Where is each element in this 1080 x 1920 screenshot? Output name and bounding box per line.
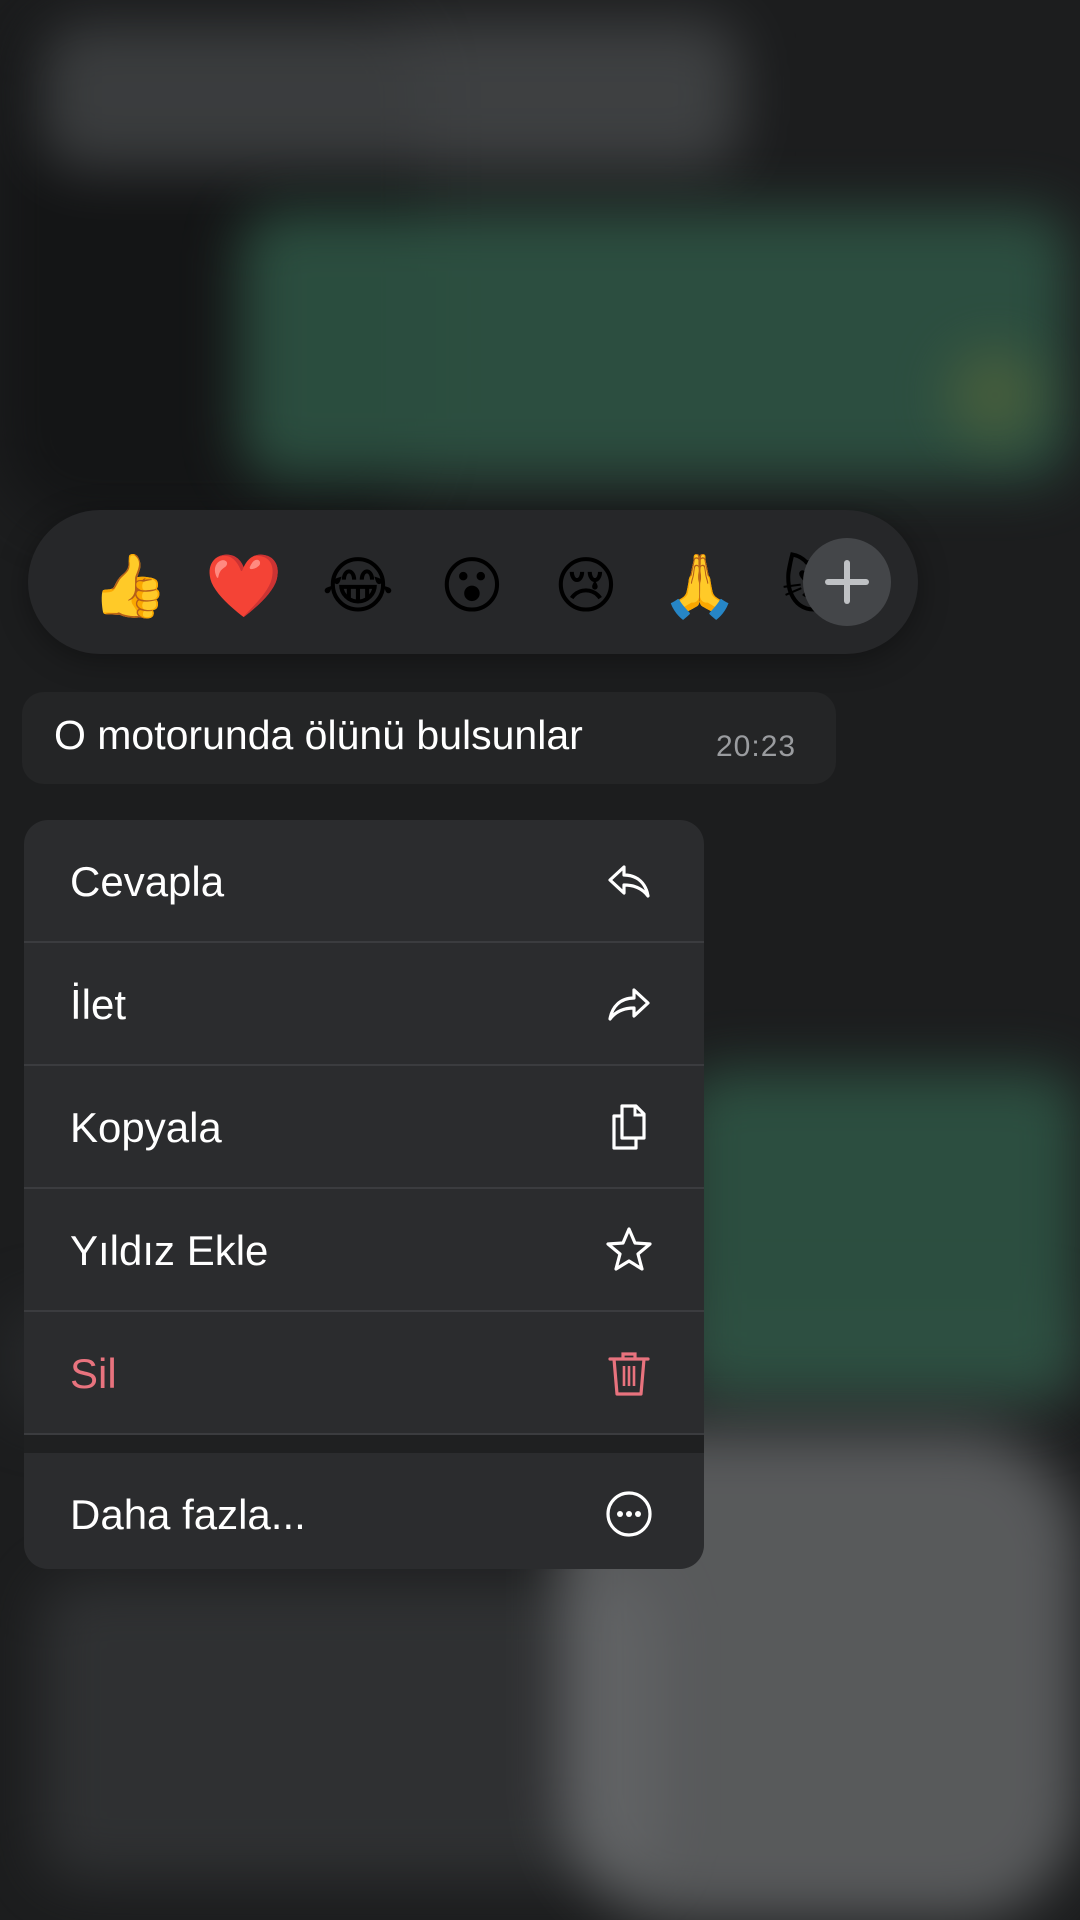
thumbs-up-reaction[interactable]: 👍	[90, 546, 170, 626]
menu-item-label: İlet	[70, 981, 127, 1028]
heart-reaction[interactable]: ❤️	[204, 546, 284, 626]
menu-item-delete[interactable]: Sil	[24, 1312, 704, 1435]
surprised-reaction[interactable]: 😮	[432, 546, 512, 626]
menu-item-label: Sil	[70, 1350, 117, 1397]
menu-item-label: Kopyala	[70, 1104, 222, 1151]
menu-item-reply[interactable]: Cevapla	[24, 820, 704, 943]
trash-icon	[608, 1352, 650, 1396]
menu-item-forward[interactable]: İlet	[24, 943, 704, 1066]
menu-item-more[interactable]: Daha fazla...	[24, 1453, 704, 1569]
reaction-bar: 👍 ❤️ 😂 😮 😢 🙏 😻	[28, 510, 918, 654]
laughing-reaction[interactable]: 😂	[318, 546, 398, 626]
menu-item-label: Yıldız Ekle	[70, 1227, 269, 1274]
context-menu: Cevapla İlet Kopyala Yıldız Ekle Sil Dah…	[24, 820, 704, 1569]
menu-separator	[24, 1435, 704, 1453]
menu-item-star[interactable]: Yıldız Ekle	[24, 1189, 704, 1312]
plus-icon[interactable]	[803, 538, 891, 626]
menu-item-label: Daha fazla...	[70, 1491, 306, 1538]
star-icon	[606, 1227, 652, 1271]
message-bubble: O motorunda ölünü bulsunlar 20:23	[22, 692, 836, 784]
menu-item-copy[interactable]: Kopyala	[24, 1066, 704, 1189]
crying-reaction[interactable]: 😢	[546, 546, 626, 626]
reply-icon	[608, 865, 650, 898]
forward-icon	[608, 988, 650, 1021]
praying-hands-reaction[interactable]: 🙏	[660, 546, 740, 626]
copy-icon	[612, 1104, 646, 1150]
message-text: O motorunda ölünü bulsunlar	[54, 712, 583, 758]
menu-item-label: Cevapla	[70, 858, 225, 905]
message-timestamp: 20:23	[716, 730, 797, 763]
more-icon	[606, 1491, 652, 1537]
